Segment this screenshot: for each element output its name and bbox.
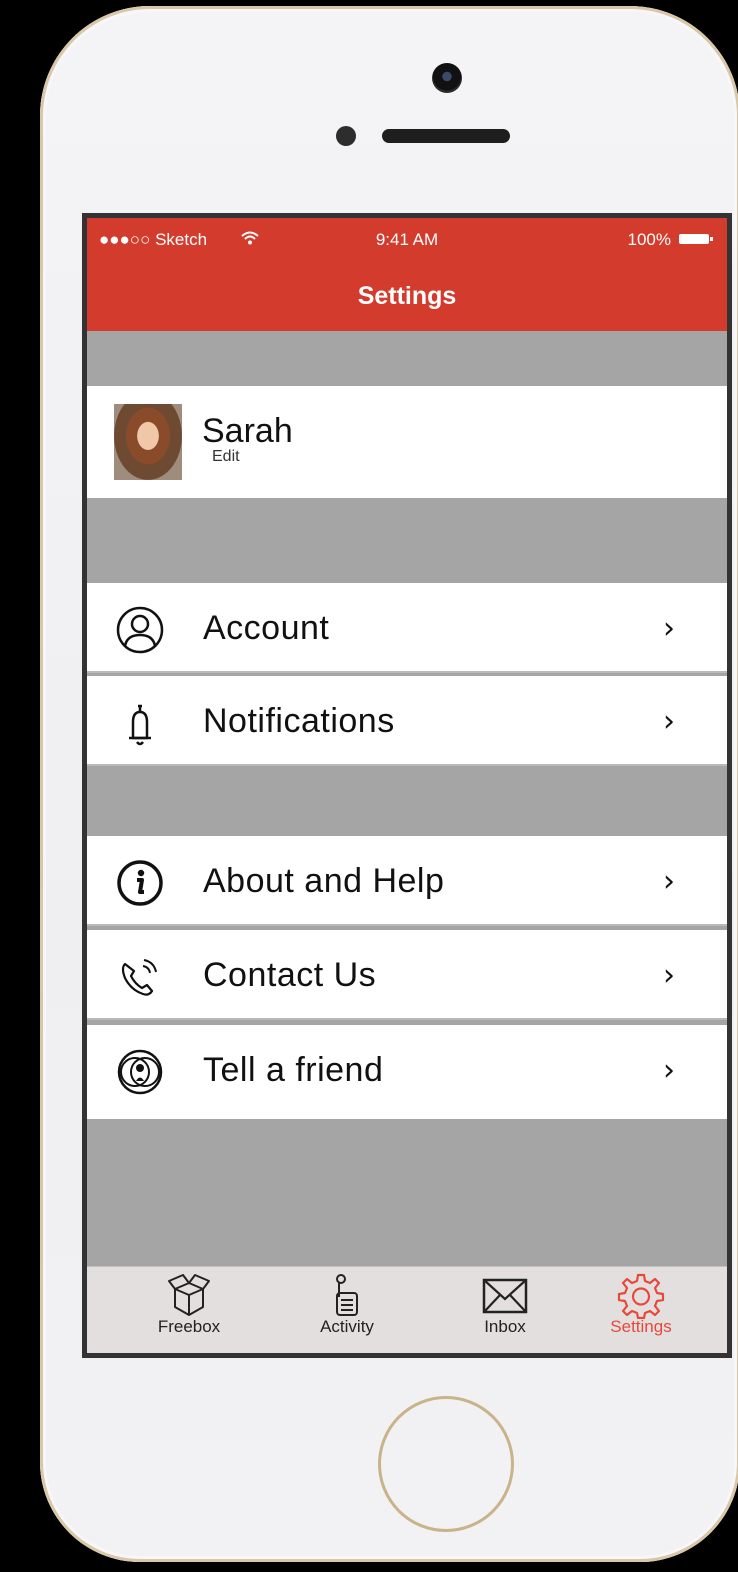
profile-row[interactable]: Sarah Edit [87, 386, 727, 498]
menu-item-label: About and Help [203, 862, 445, 900]
tab-activity[interactable]: Activity [287, 1271, 407, 1351]
info-icon [113, 858, 167, 908]
phone-icon [113, 952, 167, 1002]
chevron-right-icon: › [663, 864, 675, 899]
proximity-sensor [336, 126, 356, 146]
tab-bar: Freebox Activity Inbox Settings [87, 1266, 727, 1353]
chevron-right-icon: › [663, 611, 675, 646]
menu-item-label: Notifications [203, 702, 395, 740]
bell-icon [113, 698, 167, 748]
tab-label: Inbox [484, 1317, 526, 1336]
avatar[interactable] [114, 404, 182, 480]
tab-label: Freebox [157, 1317, 221, 1336]
menu-item-label: Tell a friend [203, 1051, 384, 1089]
status-bar: ●●●○○ Sketch 9:41 AM 100% [87, 228, 727, 254]
gear-icon [617, 1271, 665, 1320]
tab-settings[interactable]: Settings [581, 1271, 701, 1351]
battery-icon [679, 234, 713, 244]
front-camera [432, 63, 462, 93]
menu-item-about-and-help[interactable]: About and Help › [87, 836, 727, 926]
chevron-right-icon: › [663, 1053, 675, 1088]
app-header: ●●●○○ Sketch 9:41 AM 100% Settings [87, 218, 727, 331]
activity-icon [323, 1271, 371, 1319]
menu-item-label: Account [203, 609, 330, 647]
battery-percent: 100% [627, 230, 671, 249]
earpiece-speaker [382, 129, 510, 143]
tab-inbox[interactable]: Inbox [445, 1271, 565, 1351]
tab-label: Activity [320, 1317, 374, 1336]
menu-item-account[interactable]: Account › [87, 583, 727, 673]
profile-name: Sarah [202, 412, 293, 450]
menu-item-tell-a-friend[interactable]: Tell a friend › [87, 1025, 727, 1119]
page-title: Settings [357, 282, 457, 310]
tab-freebox[interactable]: Freebox [129, 1271, 249, 1351]
tab-label: Settings [610, 1317, 672, 1336]
chevron-right-icon: › [663, 958, 675, 993]
share-icon [113, 1047, 167, 1097]
user-circle-icon [113, 605, 167, 655]
box-icon [165, 1271, 213, 1319]
menu-item-notifications[interactable]: Notifications › [87, 676, 727, 766]
menu-item-label: Contact Us [203, 956, 377, 994]
app-screen: ●●●○○ Sketch 9:41 AM 100% Settings Sarah… [82, 213, 732, 1358]
envelope-icon [481, 1271, 529, 1319]
menu-item-contact-us[interactable]: Contact Us › [87, 930, 727, 1020]
chevron-right-icon: › [663, 704, 675, 739]
edit-profile-link[interactable]: Edit [212, 448, 240, 466]
home-button[interactable] [378, 1396, 514, 1532]
